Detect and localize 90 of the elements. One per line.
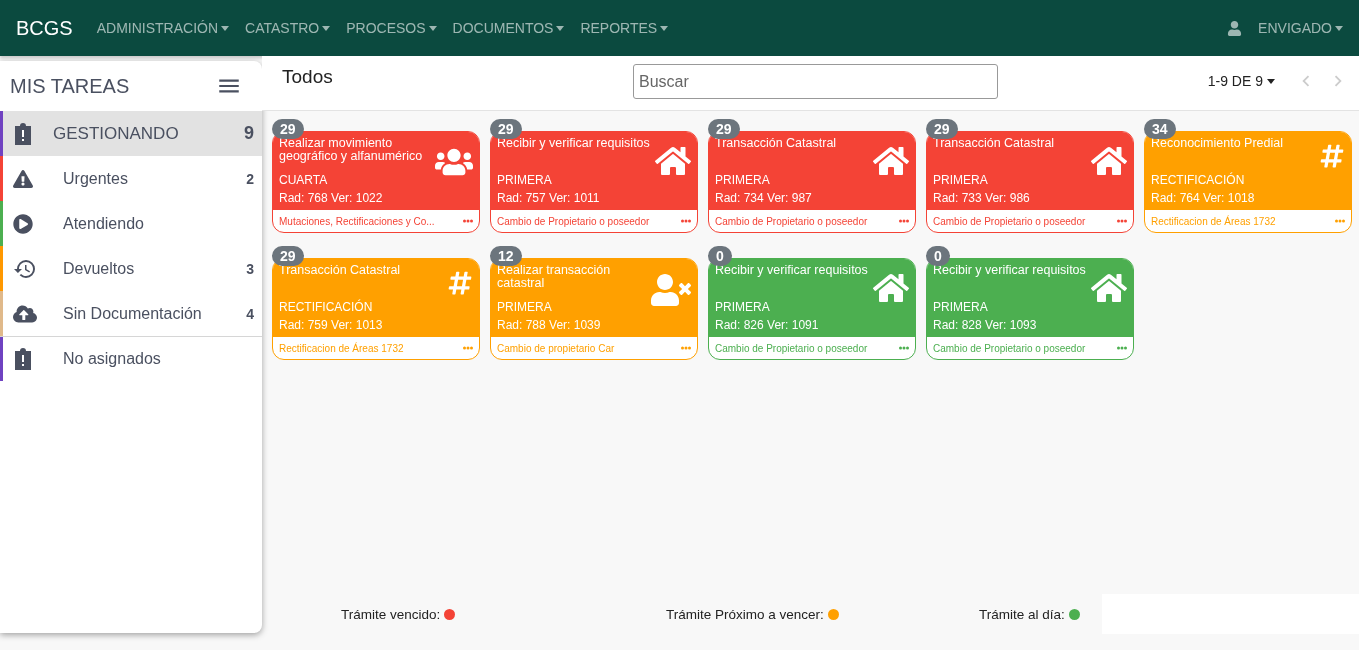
card-type: PRIMERA xyxy=(715,172,771,189)
count-badge: 0 xyxy=(926,246,950,266)
card-title: Transacción Catastral xyxy=(933,137,1056,152)
count-badge: 29 xyxy=(272,119,304,139)
card-title: Realizar movimiento geográfico y alfanumérico xyxy=(279,137,424,165)
sidebar-item[interactable]: Urgentes 2 xyxy=(0,156,262,201)
card-type: PRIMERA xyxy=(497,299,553,316)
hashtag-icon xyxy=(1319,143,1345,169)
nav-menu[interactable]: ADMINISTRACIÓN xyxy=(96,20,230,36)
card-reference: Rad: 759 Ver: 1013 xyxy=(279,317,384,334)
card-process: Mutaciones, Rectificaciones y Co... xyxy=(279,215,435,227)
card-title: Recibir y verificar requisitos xyxy=(715,264,869,279)
item-label: Devueltos xyxy=(63,259,136,278)
count-badge: 34 xyxy=(1144,119,1176,139)
count-badge: 29 xyxy=(926,119,958,139)
legend-label: Trámite al día: xyxy=(979,606,1065,622)
card-process: Rectificacion de Áreas 1732 xyxy=(279,342,404,354)
count-badge: 29 xyxy=(708,119,740,139)
card-title: Transacción Catastral xyxy=(715,137,838,152)
card-title: Recibir y verificar requisitos xyxy=(497,137,651,152)
card-type: PRIMERA xyxy=(933,172,989,189)
warning-icon xyxy=(13,168,33,189)
item-label: Atendiendo xyxy=(63,214,145,233)
count-badge: 29 xyxy=(272,246,304,266)
card-reference: Rad: 734 Ver: 987 xyxy=(715,190,813,207)
item-count: 9 xyxy=(244,123,254,144)
more-icon[interactable] xyxy=(899,219,909,223)
count-badge: 29 xyxy=(490,119,522,139)
card-title: Reconocimiento Predial xyxy=(1151,137,1284,152)
card-title: Realizar transacción catastral xyxy=(497,264,612,292)
card-process: Cambio de Propietario o poseedor xyxy=(933,215,1086,227)
sidebar-title: MIS TAREAS xyxy=(10,74,130,98)
clipboard-alert-icon xyxy=(13,348,33,370)
card-reference: Rad: 764 Ver: 1018 xyxy=(1151,190,1256,207)
card-process: Rectificacion de Áreas 1732 xyxy=(1151,215,1276,227)
card-reference: Rad: 828 Ver: 1093 xyxy=(933,317,1038,334)
legend-label: Trámite vencido: xyxy=(341,606,441,622)
item-label: Sin Documentación xyxy=(63,304,203,323)
more-icon[interactable] xyxy=(1117,346,1127,350)
more-icon[interactable] xyxy=(1335,219,1345,223)
item-label: GESTIONANDO xyxy=(53,123,180,144)
brand-logo[interactable]: BCGS xyxy=(16,16,73,40)
more-icon[interactable] xyxy=(681,346,691,350)
more-icon[interactable] xyxy=(463,346,473,350)
card-type: RECTIFICACIÓN xyxy=(1151,171,1246,189)
sidebar-item[interactable]: Atendiendo xyxy=(0,201,262,246)
card-reference: Rad: 733 Ver: 986 xyxy=(933,190,1031,207)
card-type: CUARTA xyxy=(279,172,329,189)
more-icon[interactable] xyxy=(463,219,473,223)
count-badge: 12 xyxy=(490,246,522,266)
card-title: Transacción Catastral xyxy=(279,264,402,279)
sidebar-item[interactable]: GESTIONANDO 9 xyxy=(0,111,262,156)
card-reference: Rad: 757 Ver: 1011 xyxy=(497,190,601,207)
item-count: 2 xyxy=(246,170,254,187)
card-reference: Rad: 826 Ver: 1091 xyxy=(715,317,820,334)
pagination-dropdown[interactable]: 1-9 DE 9 xyxy=(1207,73,1275,89)
hashtag-icon xyxy=(447,270,473,296)
more-icon[interactable] xyxy=(681,219,691,223)
card-process: Cambio de propietario Car xyxy=(497,342,615,354)
user-menu[interactable]: ENVIGADO xyxy=(1258,20,1343,36)
card-title: Recibir y verificar requisitos xyxy=(933,264,1087,279)
nav-menu[interactable]: CATASTRO xyxy=(245,20,331,36)
card-process: Cambio de Propietario o poseedor xyxy=(497,215,650,227)
item-count: 3 xyxy=(246,260,254,277)
card-process: Cambio de Propietario o poseedor xyxy=(715,342,868,354)
item-label: Urgentes xyxy=(63,169,129,188)
sidebar-item[interactable]: Sin Documentación 4 xyxy=(0,291,262,336)
more-icon[interactable] xyxy=(1117,219,1127,223)
card-reference: Rad: 768 Ver: 1022 xyxy=(279,190,384,207)
card-type: PRIMERA xyxy=(715,299,771,316)
count-badge: 0 xyxy=(708,246,732,266)
card-type: RECTIFICACIÓN xyxy=(279,298,374,316)
sidebar-item[interactable]: No asignados xyxy=(0,336,262,381)
item-label: No asignados xyxy=(63,350,162,368)
card-process: Cambio de Propietario o poseedor xyxy=(715,215,868,227)
more-icon[interactable] xyxy=(899,346,909,350)
card-type: PRIMERA xyxy=(933,299,989,316)
nav-menu[interactable]: PROCESOS xyxy=(346,20,437,36)
card-process: Cambio de Propietario o poseedor xyxy=(933,342,1086,354)
sidebar-item[interactable]: Devueltos 3 xyxy=(0,246,262,291)
card-type: PRIMERA xyxy=(497,172,553,189)
nav-menu[interactable]: DOCUMENTOS xyxy=(452,20,565,36)
item-count: 4 xyxy=(246,305,254,322)
user-icon xyxy=(1227,20,1243,36)
nav-menu[interactable]: REPORTES xyxy=(580,20,669,36)
card-reference: Rad: 788 Ver: 1039 xyxy=(497,317,602,334)
clipboard-alert-icon xyxy=(13,122,33,145)
search-field[interactable]: Buscar xyxy=(633,64,998,99)
page-title: Todos xyxy=(282,65,334,88)
legend-label: Trámite Próximo a vencer: xyxy=(666,606,824,622)
